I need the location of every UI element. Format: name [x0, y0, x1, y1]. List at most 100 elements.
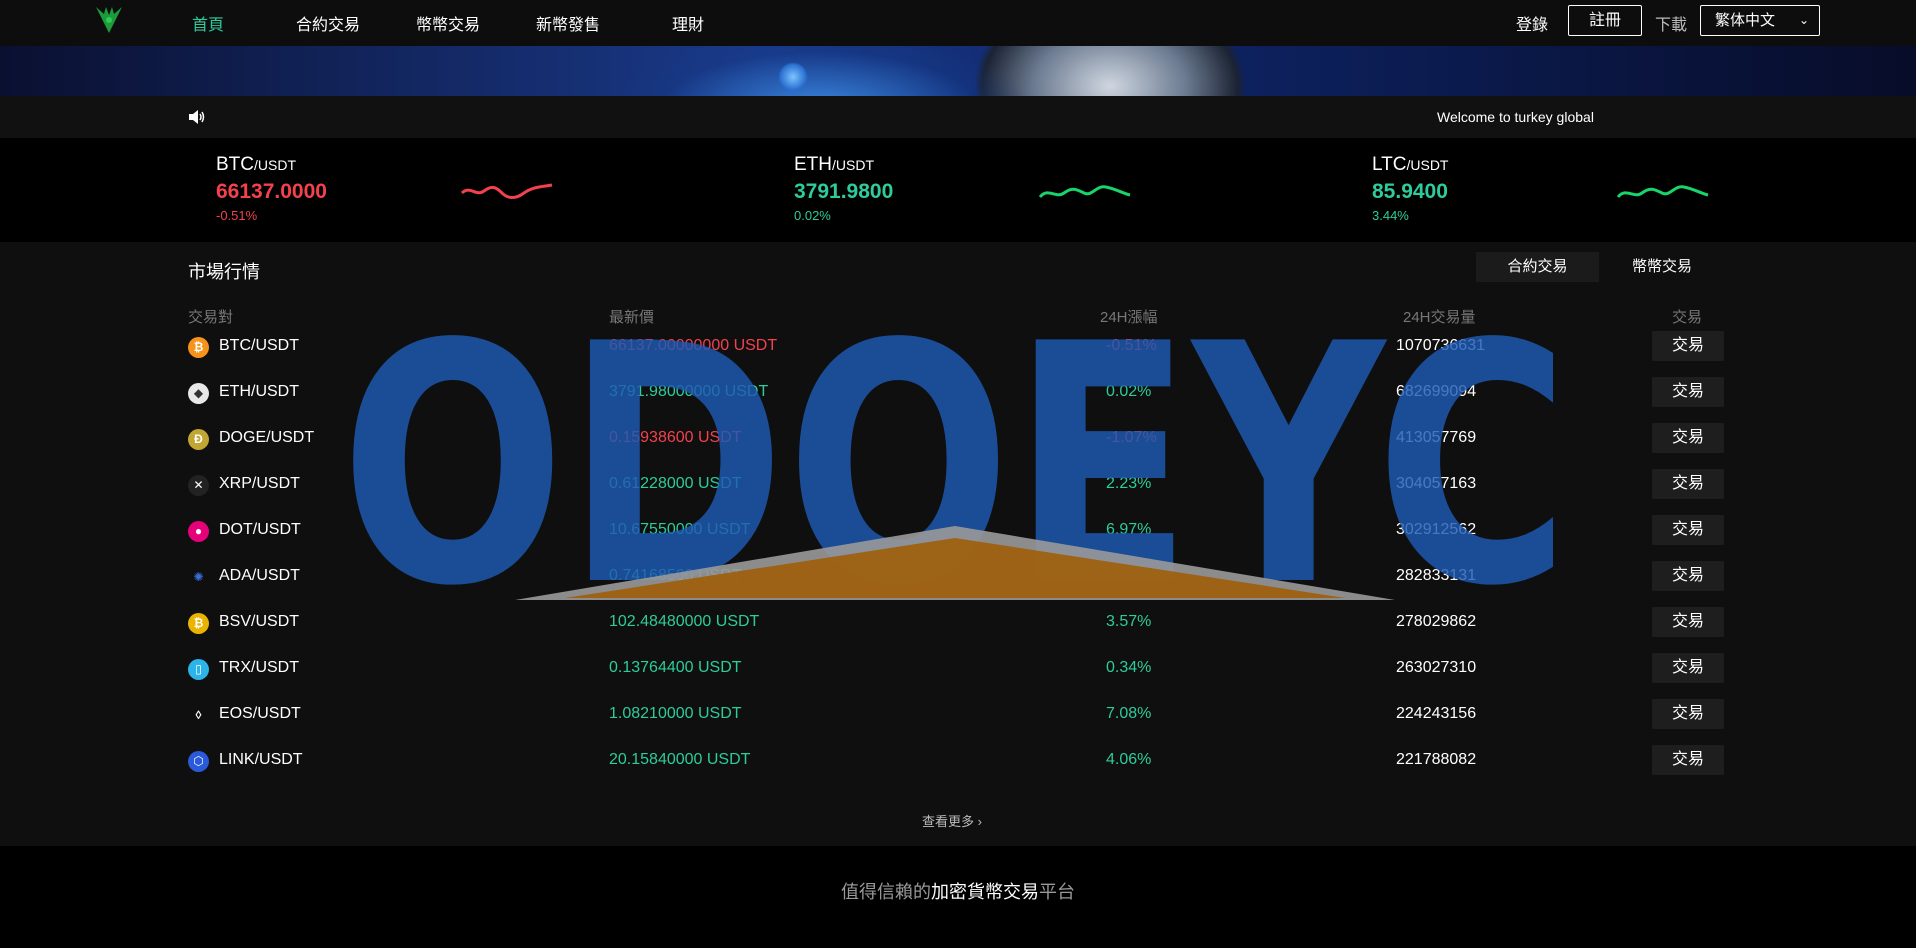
trade-button[interactable]: 交易 [1652, 469, 1724, 499]
ticker-change: 0.02% [794, 208, 831, 223]
dogecoin-icon: Ð [188, 429, 209, 450]
table-row[interactable]: Ð DOGE/USDT 0.15938600 USDT -1.07% 413057769… [0, 416, 1916, 462]
volume-24h: 682699094 [1396, 383, 1477, 400]
volume-24h: 278029862 [1396, 613, 1477, 630]
volume-24h: 224243156 [1396, 705, 1477, 722]
nav-item-spot-trading[interactable]: 幣幣交易 [416, 11, 480, 35]
pair-name: BTC/USDT [219, 337, 299, 354]
volume-24h: 413057769 [1396, 429, 1477, 446]
tron-icon: ▯ [188, 659, 209, 680]
ticker-pair: ETH/USDT [794, 154, 874, 175]
eagle-logo-icon[interactable] [92, 3, 126, 37]
volume-24h: 302912562 [1396, 521, 1477, 538]
nav-item-contract-trading[interactable]: 合約交易 [296, 11, 360, 35]
volume-24h: 263027310 [1396, 659, 1477, 676]
ticker-price: 66137.0000 [216, 180, 327, 203]
ethereum-icon: ◆ [188, 383, 209, 404]
chevron-down-icon: ⌄ [1798, 13, 1809, 27]
latest-price: 20.15840000 USDT [609, 751, 751, 768]
ticker-change: -0.51% [216, 208, 258, 223]
bitcoin-icon: ₿ [188, 337, 209, 358]
trade-button[interactable]: 交易 [1652, 423, 1724, 453]
ticker-card-btc[interactable]: BTC/USDT 66137.0000 -0.51% [216, 154, 327, 223]
trade-button[interactable]: 交易 [1652, 607, 1724, 637]
notice-text: Welcome to turkey global [1437, 109, 1594, 125]
bsv-icon: ₿ [188, 613, 209, 634]
table-row[interactable]: ◊ EOS/USDT 1.08210000 USDT 7.08% 224243156 交易 [0, 692, 1916, 738]
change-24h: 7.08% [1106, 705, 1152, 722]
latest-price: 0.61228000 USDT [609, 475, 742, 492]
trade-button[interactable]: 交易 [1652, 377, 1724, 407]
table-row[interactable]: ● DOT/USDT 10.67550000 USDT 6.97% 302912562 交… [0, 508, 1916, 554]
ticker-pair: LTC/USDT [1372, 154, 1449, 175]
change-24h: 3.57% [1106, 613, 1152, 630]
change-24h: 3.37% [1106, 567, 1152, 584]
ticker-change: 3.44% [1372, 208, 1409, 223]
table-row[interactable]: ₿ BSV/USDT 102.48480000 USDT 3.57% 278029862… [0, 600, 1916, 646]
pair-name: DOT/USDT [219, 521, 301, 538]
latest-price: 66137.00000000 USDT [609, 337, 778, 354]
change-24h: 4.06% [1106, 751, 1152, 768]
nav-item-home[interactable]: 首頁 [192, 11, 224, 35]
ticker-price: 3791.9800 [794, 180, 894, 203]
change-24h: 6.97% [1106, 521, 1152, 538]
pair-name: DOGE/USDT [219, 429, 315, 446]
change-24h: -1.07% [1106, 429, 1157, 446]
pair-name: ADA/USDT [219, 567, 300, 584]
download-link[interactable]: 下載 [1655, 11, 1687, 35]
change-24h: 0.02% [1106, 383, 1152, 400]
change-24h: 2.23% [1106, 475, 1152, 492]
tab-contract-trading[interactable]: 合約交易 [1476, 252, 1599, 282]
latest-price: 0.13764400 USDT [609, 659, 742, 676]
trade-button[interactable]: 交易 [1652, 331, 1724, 361]
sparkline-eth [1038, 185, 1131, 199]
volume-24h: 221788082 [1396, 751, 1477, 768]
trade-button[interactable]: 交易 [1652, 561, 1724, 591]
latest-price: 10.67550000 USDT [609, 521, 751, 538]
table-row[interactable]: ◆ ETH/USDT 3791.98000000 USDT 0.02% 68269909… [0, 370, 1916, 416]
volume-24h: 282833131 [1396, 567, 1477, 584]
polkadot-icon: ● [188, 521, 209, 542]
trade-button[interactable]: 交易 [1652, 745, 1724, 775]
pair-name: TRX/USDT [219, 659, 299, 676]
volume-24h: 304057163 [1396, 475, 1477, 492]
latest-price: 1.08210000 USDT [609, 705, 742, 722]
volume-24h: 1070736631 [1396, 337, 1485, 354]
trade-button[interactable]: 交易 [1652, 515, 1724, 545]
ticker-card-ltc[interactable]: LTC/USDT 85.9400 3.44% [1372, 154, 1448, 223]
xrp-icon: ✕ [188, 475, 209, 496]
pair-name: BSV/USDT [219, 613, 300, 630]
nav-item-new-coin-sale[interactable]: 新幣發售 [536, 11, 600, 35]
latest-price: 0.15938600 USDT [609, 429, 742, 446]
sparkline-ltc [1616, 185, 1709, 199]
table-row[interactable]: ✕ XRP/USDT 0.61228000 USDT 2.23% 304057163 交易 [0, 462, 1916, 508]
nav-item-finance[interactable]: 理財 [672, 11, 704, 35]
banner-light-decoration [778, 62, 808, 92]
table-row[interactable]: ✺ ADA/USDT 0.74168500 USDT 3.37% 282833131 交易 [0, 554, 1916, 600]
top-navbar: 首頁 合約交易 幣幣交易 新幣發售 理財 登錄 註冊 下載 繁体中文 ⌄ [0, 0, 1916, 46]
trade-button[interactable]: 交易 [1652, 699, 1724, 729]
register-button[interactable]: 註冊 [1568, 5, 1642, 36]
login-link[interactable]: 登錄 [1516, 11, 1548, 35]
pair-name: EOS/USDT [219, 705, 301, 722]
eos-icon: ◊ [188, 705, 209, 726]
language-select[interactable]: 繁体中文 ⌄ [1700, 5, 1820, 36]
latest-price: 102.48480000 USDT [609, 613, 760, 630]
language-select-value: 繁体中文 [1715, 12, 1776, 29]
market-title: 市場行情 [188, 262, 260, 282]
table-row[interactable]: ₿ BTC/USDT 66137.00000000 USDT -0.51% 107073… [0, 324, 1916, 370]
hero-banner [0, 46, 1916, 96]
change-24h: 0.34% [1106, 659, 1152, 676]
latest-price: 0.74168500 USDT [609, 567, 742, 584]
footer-tagline: 值得信賴的加密貨幣交易平台 [841, 882, 1075, 902]
table-row[interactable]: ▯ TRX/USDT 0.13764400 USDT 0.34% 263027310 交易 [0, 646, 1916, 692]
notice-bar [0, 96, 1916, 138]
trade-button[interactable]: 交易 [1652, 653, 1724, 683]
tab-spot-trading[interactable]: 幣幣交易 [1614, 252, 1710, 282]
view-more-link[interactable]: 查看更多 › [922, 811, 982, 830]
cardano-icon: ✺ [188, 567, 209, 588]
ticker-card-eth[interactable]: ETH/USDT 3791.9800 0.02% [794, 154, 893, 223]
ticker-price: 85.9400 [1372, 180, 1448, 203]
speaker-icon [189, 110, 205, 124]
table-row[interactable]: ⬡ LINK/USDT 20.15840000 USDT 4.06% 221788082… [0, 738, 1916, 784]
